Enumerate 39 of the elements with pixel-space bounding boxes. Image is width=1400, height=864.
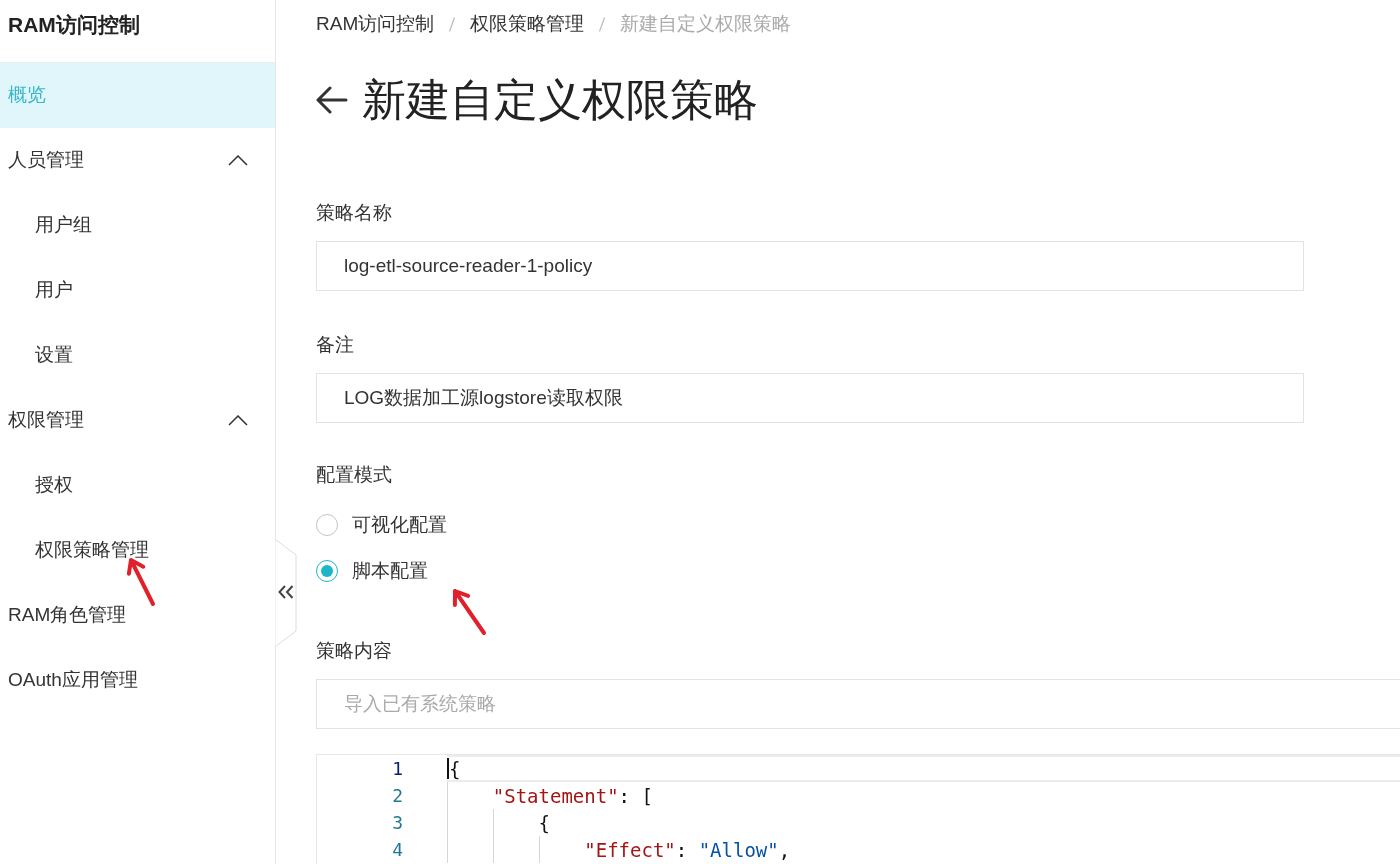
double-chevron-left-icon: [278, 585, 294, 599]
radio-label[interactable]: 脚本配置: [352, 559, 428, 583]
code-line: {: [449, 756, 461, 781]
text-input[interactable]: log-etl-source-reader-1-policy: [316, 241, 1304, 291]
radio-button[interactable]: [316, 560, 338, 582]
sidebar-item[interactable]: 授权: [0, 453, 275, 518]
sidebar-item[interactable]: 用户: [0, 258, 275, 323]
page-title: 新建自定义权限策略: [362, 76, 758, 124]
breadcrumb-link[interactable]: 权限策略管理: [470, 12, 585, 36]
sidebar-item[interactable]: 用户组: [0, 193, 275, 258]
field-label: 策略内容: [316, 639, 392, 663]
line-number: 2: [392, 784, 403, 808]
code-editor[interactable]: 1 { 2 "Statement": [ 3 { 4 "Effect": "Allow",: [316, 754, 1400, 864]
sidebar-title: RAM访问控制: [8, 13, 140, 36]
line-number: 1: [392, 757, 403, 781]
sidebar-group[interactable]: 权限管理: [0, 388, 275, 453]
back-arrow-icon[interactable]: [316, 86, 348, 114]
slash-separator-icon: [599, 16, 606, 32]
slash-separator-icon: [449, 16, 456, 32]
import-policy-field[interactable]: 导入已有系统策略: [316, 679, 1400, 729]
collapse-sidebar-button[interactable]: [275, 539, 297, 647]
code-line: "Statement": [: [492, 783, 653, 808]
code-line: "Effect": "Allow",: [584, 837, 791, 862]
radio-button[interactable]: [316, 514, 338, 536]
code-line: {: [538, 810, 550, 835]
field-label: 策略名称: [316, 201, 392, 225]
sidebar-item[interactable]: OAuth应用管理: [0, 648, 275, 713]
sidebar-group[interactable]: 人员管理: [0, 128, 275, 193]
text-cursor-icon: [447, 758, 449, 779]
field-label: 配置模式: [316, 463, 392, 487]
field-label: 备注: [316, 333, 354, 357]
sidebar-item[interactable]: RAM角色管理: [0, 583, 275, 648]
radio-label[interactable]: 可视化配置: [352, 513, 447, 537]
sidebar-item[interactable]: 设置: [0, 323, 275, 388]
breadcrumb-link[interactable]: RAM访问控制: [316, 12, 435, 36]
line-number: 4: [392, 838, 403, 862]
sidebar-item[interactable]: 权限策略管理: [0, 518, 275, 583]
line-number: 3: [392, 811, 403, 835]
text-input[interactable]: LOG数据加工源logstore读取权限: [316, 373, 1304, 423]
